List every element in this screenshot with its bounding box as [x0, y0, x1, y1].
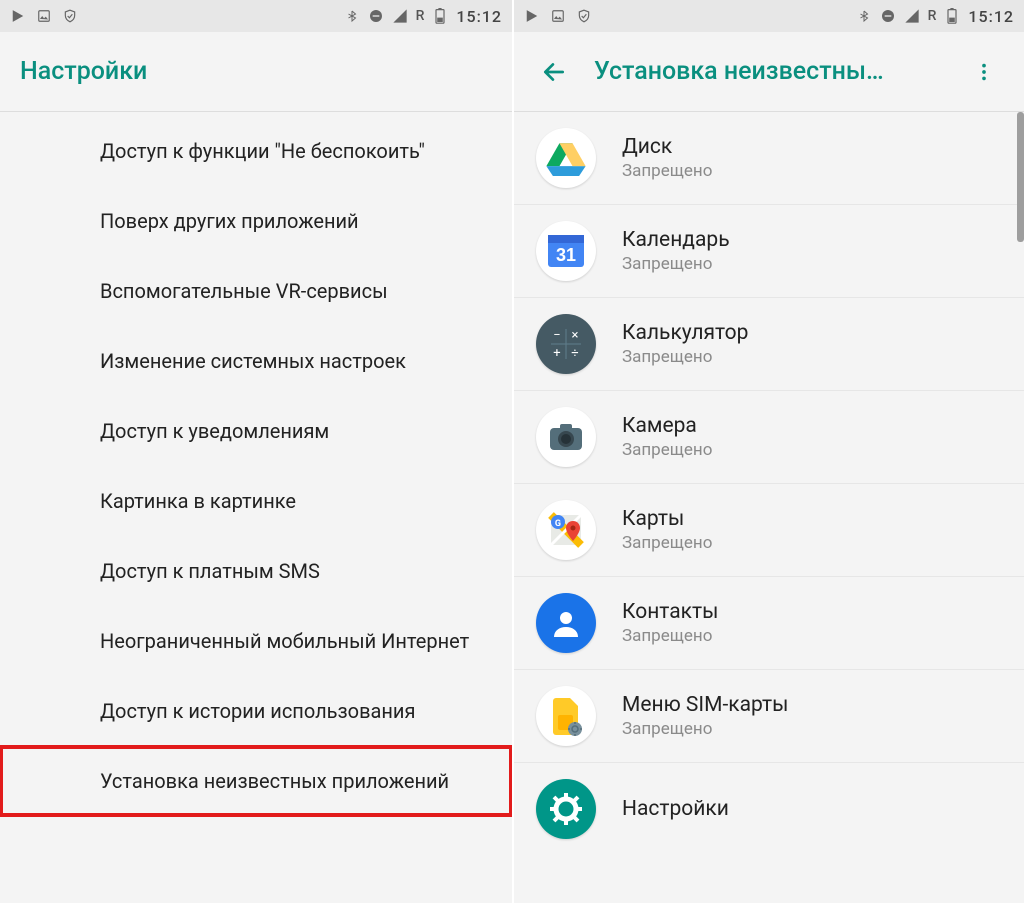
page-title: Настройки [20, 57, 147, 86]
calculator-icon: − × + ÷ [536, 314, 596, 374]
app-item-sim-menu[interactable]: Меню SIM-карты Запрещено [514, 670, 1024, 763]
app-status: Запрещено [622, 626, 718, 646]
calendar-icon: 31 [536, 221, 596, 281]
app-name: Камера [622, 414, 712, 438]
svg-text:÷: ÷ [571, 346, 578, 361]
settings-icon [536, 779, 596, 839]
play-store-icon [524, 8, 540, 24]
shield-icon [576, 8, 592, 24]
svg-text:+: + [553, 346, 560, 361]
app-list: Диск Запрещено 31 Календарь Запрещено − [514, 112, 1024, 855]
app-status: Запрещено [622, 347, 748, 367]
clock: 15:12 [456, 7, 502, 26]
image-icon [36, 8, 52, 24]
app-name: Настройки [622, 797, 729, 821]
drive-icon [536, 128, 596, 188]
app-item-calendar[interactable]: 31 Календарь Запрещено [514, 205, 1024, 298]
back-button[interactable] [534, 52, 574, 92]
roaming-indicator: R [416, 8, 425, 24]
camera-icon [536, 407, 596, 467]
settings-item-draw-over[interactable]: Поверх других приложений [0, 186, 512, 256]
settings-item-unrestricted-data[interactable]: Неограниченный мобильный Интернет [0, 606, 512, 676]
screen-settings: R 15:12 Настройки Доступ к функции "Не б… [0, 0, 512, 903]
settings-item-modify-system[interactable]: Изменение системных настроек [0, 326, 512, 396]
more-button[interactable] [964, 52, 1004, 92]
app-name: Меню SIM-карты [622, 693, 788, 717]
svg-text:×: × [572, 328, 579, 343]
play-store-icon [10, 8, 26, 24]
app-status: Запрещено [622, 719, 788, 739]
settings-item-notification-access[interactable]: Доступ к уведомлениям [0, 396, 512, 466]
image-icon [550, 8, 566, 24]
svg-text:31: 31 [556, 245, 576, 265]
contacts-icon [536, 593, 596, 653]
app-name: Календарь [622, 228, 730, 252]
settings-item-pip[interactable]: Картинка в картинке [0, 466, 512, 536]
settings-item-vr-helper[interactable]: Вспомогательные VR-сервисы [0, 256, 512, 326]
app-item-drive[interactable]: Диск Запрещено [514, 112, 1024, 205]
app-name: Карты [622, 507, 712, 531]
app-name: Калькулятор [622, 321, 748, 345]
status-bar: R 15:12 [514, 0, 1024, 32]
signal-icon [392, 8, 408, 24]
dnd-icon [880, 8, 896, 24]
page-title: Установка неизвестны… [594, 57, 884, 86]
app-item-settings[interactable]: Настройки [514, 763, 1024, 855]
roaming-indicator: R [928, 8, 937, 24]
signal-icon [904, 8, 920, 24]
app-item-calculator[interactable]: − × + ÷ Калькулятор Запрещено [514, 298, 1024, 391]
svg-text:G: G [555, 519, 561, 529]
clock: 15:12 [968, 7, 1014, 26]
scrollbar[interactable] [1017, 112, 1024, 242]
app-item-contacts[interactable]: Контакты Запрещено [514, 577, 1024, 670]
app-name: Контакты [622, 600, 718, 624]
dnd-icon [368, 8, 384, 24]
settings-list: Доступ к функции "Не беспокоить" Поверх … [0, 112, 512, 816]
settings-item-dnd-access[interactable]: Доступ к функции "Не беспокоить" [0, 116, 512, 186]
app-header-unknown: Установка неизвестны… [514, 32, 1024, 112]
status-bar: R 15:12 [0, 0, 512, 32]
screen-unknown-sources: R 15:12 Установка неизвестны… [512, 0, 1024, 903]
svg-text:−: − [553, 328, 560, 343]
settings-item-install-unknown[interactable]: Установка неизвестных приложений [0, 746, 512, 816]
settings-item-premium-sms[interactable]: Доступ к платным SMS [0, 536, 512, 606]
battery-icon [944, 8, 960, 24]
app-status: Запрещено [622, 533, 712, 553]
app-item-camera[interactable]: Камера Запрещено [514, 391, 1024, 484]
bluetooth-icon [856, 8, 872, 24]
app-status: Запрещено [622, 440, 712, 460]
bluetooth-icon [344, 8, 360, 24]
app-name: Диск [622, 135, 712, 159]
shield-icon [62, 8, 78, 24]
settings-item-usage-access[interactable]: Доступ к истории использования [0, 676, 512, 746]
app-status: Запрещено [622, 161, 712, 181]
app-header-settings: Настройки [0, 32, 512, 112]
maps-icon: G [536, 500, 596, 560]
app-item-maps[interactable]: G Карты Запрещено [514, 484, 1024, 577]
sim-icon [536, 686, 596, 746]
battery-icon [432, 8, 448, 24]
app-status: Запрещено [622, 254, 730, 274]
